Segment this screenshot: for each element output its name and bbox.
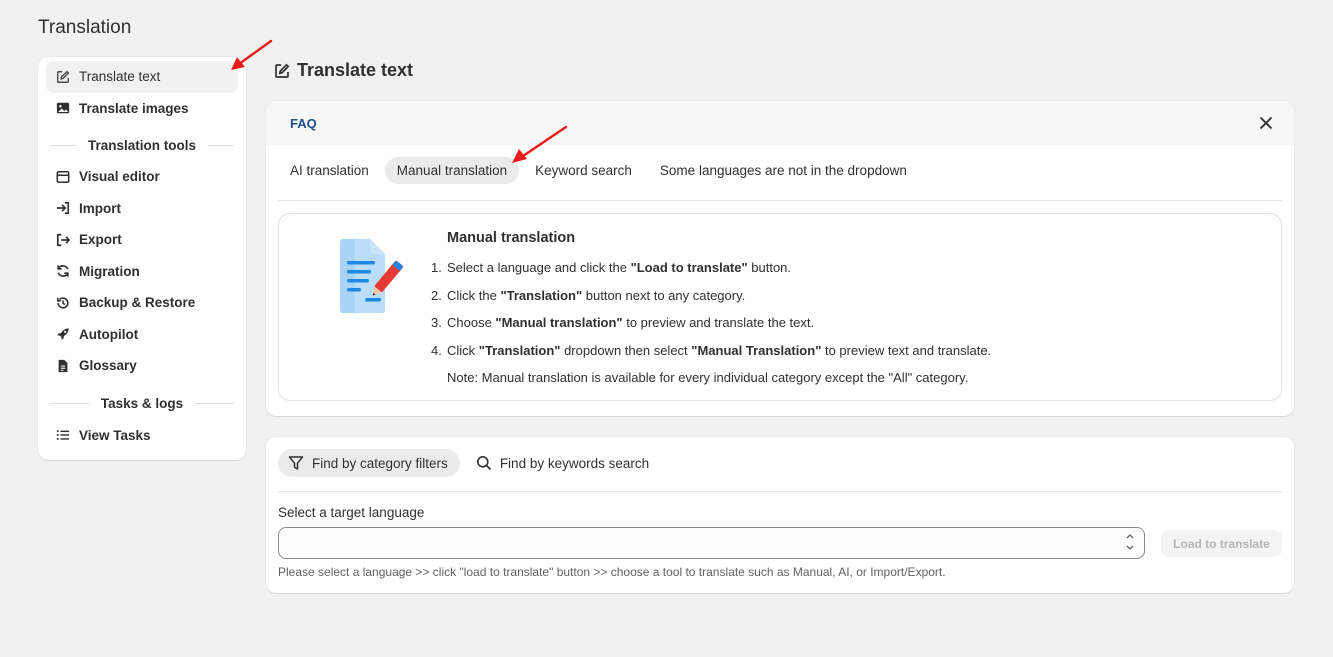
sidebar-item-translate-images[interactable]: Translate images <box>46 93 238 125</box>
sidebar-item-label: Glossary <box>79 358 137 374</box>
sidebar-item-export[interactable]: Export <box>46 224 238 256</box>
close-button[interactable] <box>1256 113 1276 133</box>
faq-answer: Manual translation 1. Select a language a… <box>431 230 1261 392</box>
sidebar-item-import[interactable]: Import <box>46 193 238 225</box>
sidebar-item-view-tasks[interactable]: View Tasks <box>46 420 238 452</box>
page-title: Translation <box>38 17 132 38</box>
sidebar-item-label: Autopilot <box>79 326 139 342</box>
tab-ai-translation[interactable]: AI translation <box>278 157 381 184</box>
rocket-icon <box>55 326 71 342</box>
tab-category-filters[interactable]: Find by category filters <box>278 449 460 477</box>
sidebar-item-label: Export <box>79 232 122 248</box>
sidebar-item-label: Visual editor <box>79 169 160 185</box>
tab-keywords-search[interactable]: Find by keywords search <box>466 449 661 477</box>
import-icon <box>55 200 71 216</box>
close-icon <box>1259 116 1273 130</box>
faq-note: Note: Manual translation is available fo… <box>447 370 969 385</box>
list-icon <box>55 427 71 443</box>
sidebar-item-glossary[interactable]: Glossary <box>46 350 238 382</box>
refresh-icon <box>55 263 71 279</box>
filter-icon <box>288 455 304 471</box>
tab-languages-not-in-dropdown[interactable]: Some languages are not in the dropdown <box>648 157 919 184</box>
export-icon <box>55 232 71 248</box>
section-heading-translation-tools: Translation tools <box>50 129 235 161</box>
sidebar-item-label: Translate images <box>79 100 189 116</box>
image-icon <box>55 100 71 116</box>
document-icon <box>55 358 71 374</box>
faq-answer-heading: Manual translation <box>447 230 576 246</box>
sidebar-item-label: View Tasks <box>79 427 151 443</box>
sidebar-item-migration[interactable]: Migration <box>46 256 238 288</box>
target-language-select[interactable] <box>278 527 1145 559</box>
list-item: 2. Click the "Translation" button next to… <box>431 287 746 303</box>
faq-title: FAQ <box>290 115 317 131</box>
filter-card: Find by category filters Find by keyword… <box>266 437 1294 593</box>
faq-tabs: AI translation Manual translation Keywor… <box>278 157 1282 201</box>
faq-content-box: Manual translation 1. Select a language a… <box>278 213 1282 401</box>
sidebar-item-label: Backup & Restore <box>79 295 196 311</box>
document-edit-illustration-icon <box>325 236 405 321</box>
list-item: 4. Click "Translation" dropdown then sele… <box>431 342 992 358</box>
search-icon <box>476 455 492 471</box>
section-heading-tasks-logs: Tasks & logs <box>50 388 234 420</box>
help-text: Please select a language >> click "load … <box>278 565 946 579</box>
filter-tabs: Find by category filters Find by keyword… <box>278 449 1282 492</box>
target-language-label: Select a target language <box>278 505 425 520</box>
main-title: Translate text <box>274 60 413 81</box>
sidebar: Translate text Translate images Translat… <box>38 57 246 460</box>
faq-card: FAQ AI translation Manual translation Ke… <box>266 101 1294 416</box>
list-item: 1. Select a language and click the "Load … <box>431 260 792 275</box>
sidebar-item-label: Migration <box>79 263 140 279</box>
edit-icon <box>55 69 71 85</box>
tab-keyword-search[interactable]: Keyword search <box>523 157 644 184</box>
faq-header: FAQ <box>266 101 1294 145</box>
steps-list: 1. Select a language and click the "Load … <box>431 254 1261 364</box>
load-to-translate-button[interactable]: Load to translate <box>1161 530 1282 557</box>
list-item: 3. Choose "Manual translation" to preview… <box>431 315 815 330</box>
sidebar-item-label: Translate text <box>79 69 161 85</box>
edit-icon <box>274 63 290 79</box>
visual-editor-icon <box>55 169 71 185</box>
tab-manual-translation[interactable]: Manual translation <box>384 157 520 184</box>
sidebar-item-autopilot[interactable]: Autopilot <box>46 319 238 351</box>
history-icon <box>55 295 71 311</box>
sidebar-item-translate-text[interactable]: Translate text <box>46 61 238 93</box>
sidebar-item-label: Import <box>79 200 121 216</box>
sidebar-item-backup-restore[interactable]: Backup & Restore <box>46 287 238 319</box>
sidebar-item-visual-editor[interactable]: Visual editor <box>46 161 238 193</box>
main-title-text: Translate text <box>297 60 414 80</box>
